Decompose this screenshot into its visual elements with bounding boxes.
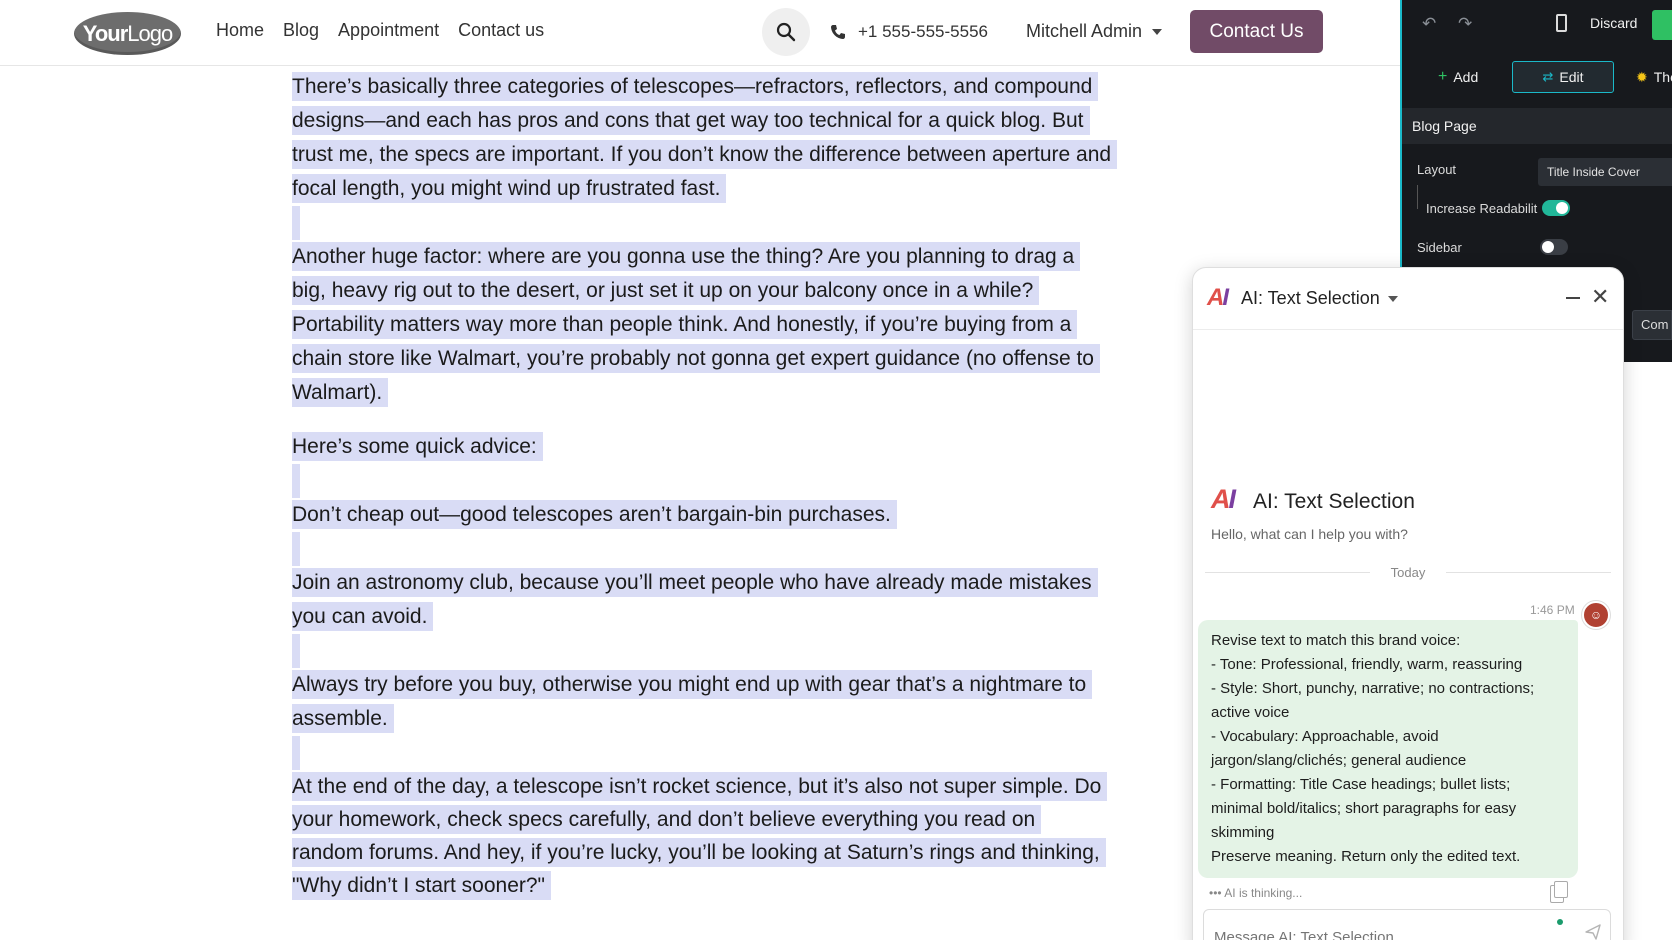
search-button[interactable] [762, 8, 810, 56]
mobile-preview-icon[interactable] [1556, 14, 1567, 32]
minimize-icon[interactable] [1566, 297, 1580, 299]
message-line: Revise text to match this brand voice: [1211, 632, 1461, 649]
ai-intro-subtitle: Hello, what can I help you with? [1211, 526, 1408, 542]
phone-icon [831, 25, 845, 39]
message-line: - Tone: Professional, friendly, warm, re… [1211, 656, 1523, 673]
tab-add-label: Add [1453, 69, 1479, 85]
discard-button[interactable]: Discard [1590, 15, 1637, 31]
nav-contact-us[interactable]: Contact us [458, 20, 544, 41]
ai-logo-icon: AI [1207, 284, 1229, 311]
main-nav: Home Blog Appointment Contact us [216, 20, 544, 41]
ai-chat-header: AI AI: Text Selection ✕ [1193, 268, 1623, 330]
message-line: Preserve meaning. Return only the edited… [1211, 848, 1521, 865]
editor-option-chip[interactable]: Com [1632, 310, 1672, 340]
paragraph-advice-1[interactable]: Don’t cheap out—good telescopes aren’t b… [292, 500, 897, 529]
copy-icon[interactable] [1550, 881, 1568, 903]
nav-appointment[interactable]: Appointment [338, 20, 439, 41]
ai-intro-title: AI: Text Selection [1253, 490, 1415, 513]
chevron-down-icon [1152, 28, 1163, 35]
tab-edit[interactable]: ⇄ Edit [1512, 61, 1614, 93]
message-timestamp: 1:46 PM [1530, 603, 1575, 617]
paragraph-1[interactable]: There’s basically three categories of te… [292, 72, 1118, 203]
readability-toggle[interactable] [1542, 200, 1570, 216]
tab-add[interactable]: + Add [1438, 61, 1478, 93]
undo-icon[interactable]: ↶ [1422, 14, 1436, 34]
redo-icon[interactable]: ↷ [1458, 14, 1472, 34]
phone-link[interactable]: +1 555-555-5556 [830, 22, 988, 42]
site-logo[interactable]: Your Logo [74, 12, 181, 55]
chevron-down-icon [1387, 295, 1398, 302]
search-icon [776, 22, 796, 42]
message-input[interactable] [1203, 909, 1611, 940]
ai-title-dropdown[interactable]: AI: Text Selection [1241, 288, 1398, 309]
ai-thinking-status: ••• AI is thinking... [1209, 886, 1303, 900]
section-title: Blog Page [1402, 108, 1672, 144]
option-indent-line [1417, 185, 1418, 209]
layout-label: Layout [1417, 162, 1457, 177]
phone-number: +1 555-555-5556 [858, 22, 988, 41]
tab-edit-label: Edit [1559, 69, 1584, 85]
nav-blog[interactable]: Blog [283, 20, 319, 41]
blog-article[interactable]: There’s basically three categories of te… [292, 66, 1118, 902]
tab-theme[interactable]: ✹ The [1636, 61, 1672, 93]
selection-gap [292, 736, 300, 770]
user-message-bubble: Revise text to match this brand voice: -… [1198, 620, 1578, 878]
sliders-icon: ⇄ [1542, 69, 1554, 84]
contact-us-button[interactable]: Contact Us [1190, 10, 1323, 53]
ai-chat-window: AI AI: Text Selection ✕ AI AI: Text Sele… [1192, 267, 1624, 940]
save-button[interactable] [1652, 10, 1672, 40]
sidebar-label: Sidebar [1417, 240, 1462, 255]
editor-tabs: + Add ⇄ Edit ✹ The [1402, 58, 1672, 94]
nav-home[interactable]: Home [216, 20, 264, 41]
plus-icon: + [1438, 68, 1448, 85]
message-line: - Formatting: Title Case headings; bulle… [1211, 776, 1517, 841]
paragraph-advice-intro[interactable]: Here’s some quick advice: [292, 432, 543, 461]
status-dot [1557, 919, 1563, 925]
paragraph-advice-3[interactable]: Always try before you buy, otherwise you… [292, 670, 1093, 733]
tab-theme-label: The [1653, 69, 1672, 85]
message-line: - Style: Short, punchy, narrative; no co… [1211, 680, 1535, 721]
site-header: Your Logo Home Blog Appointment Contact u… [0, 0, 1400, 66]
logo-text: Logo [127, 20, 173, 46]
selection-gap [292, 464, 300, 498]
send-icon[interactable] [1585, 924, 1601, 940]
selection-gap [292, 206, 300, 240]
day-separator: Today [1205, 565, 1611, 580]
ai-title: AI: Text Selection [1241, 288, 1380, 308]
layout-select[interactable]: Title Inside Cover [1538, 158, 1672, 186]
logo-text-bold: Your [82, 20, 128, 46]
close-icon[interactable]: ✕ [1591, 284, 1609, 310]
avatar[interactable]: ☺ [1582, 601, 1610, 629]
readability-label: Increase Readabilit [1426, 201, 1538, 216]
selection-gap [292, 532, 300, 566]
day-label: Today [1390, 565, 1426, 580]
selection-gap [292, 634, 300, 668]
user-menu[interactable]: Mitchell Admin [1026, 21, 1163, 42]
message-line: - Vocabulary: Approachable, avoid jargon… [1211, 728, 1467, 769]
paragraph-2[interactable]: Another huge factor: where are you gonna… [292, 242, 1100, 407]
paragraph-conclusion[interactable]: At the end of the day, a telescope isn’t… [292, 772, 1108, 900]
user-name: Mitchell Admin [1026, 21, 1143, 41]
sidebar-toggle[interactable] [1540, 239, 1568, 255]
paragraph-advice-2[interactable]: Join an astronomy club, because you’ll m… [292, 568, 1098, 631]
gear-icon: ✹ [1636, 68, 1648, 85]
editor-toolbar: ↶ ↷ Discard [1402, 0, 1672, 48]
ai-logo-icon: AI [1211, 484, 1236, 514]
